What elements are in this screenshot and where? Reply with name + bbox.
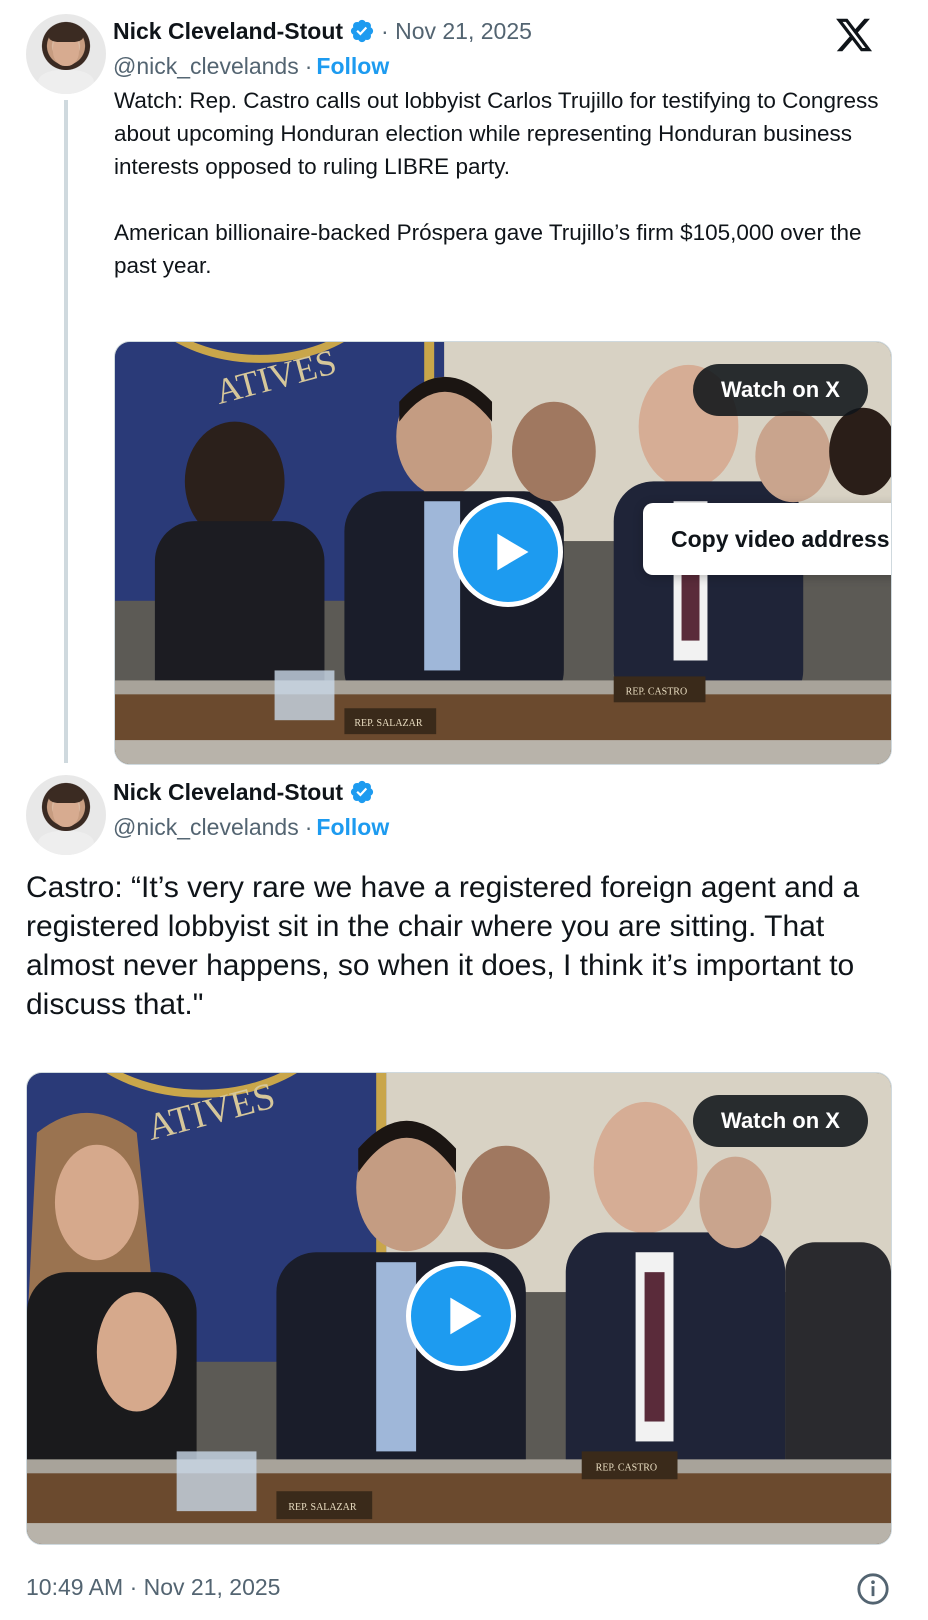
watch-on-x-button[interactable]: Watch on X bbox=[693, 1095, 868, 1147]
watch-on-x-button[interactable]: Watch on X bbox=[693, 364, 868, 416]
author-avatar[interactable] bbox=[26, 775, 106, 855]
follow-button[interactable]: Follow bbox=[316, 814, 389, 841]
tweet1-video[interactable]: ATIVES REP. SALAZAR REP. CASTRO Watch on… bbox=[114, 341, 892, 765]
author-handle[interactable]: @nick_clevelands bbox=[113, 814, 299, 841]
nameplate-castro: REP. CASTRO bbox=[626, 686, 687, 697]
handle-separator: · bbox=[304, 52, 313, 79]
nameplate-salazar: REP. SALAZAR bbox=[354, 718, 422, 729]
verified-badge-icon bbox=[350, 780, 374, 804]
nameplate-salazar: REP. SALAZAR bbox=[288, 1502, 356, 1513]
thread-connector-line bbox=[64, 100, 68, 763]
tweet2-text: Castro: “It’s very rare we have a regist… bbox=[26, 871, 860, 1021]
play-icon bbox=[450, 1297, 482, 1335]
info-icon[interactable] bbox=[856, 1572, 890, 1606]
verified-badge-icon bbox=[350, 19, 374, 43]
handle-separator: · bbox=[304, 813, 313, 840]
play-button[interactable] bbox=[453, 497, 563, 607]
tweet2-handle-row: @nick_clevelands · Follow bbox=[113, 812, 389, 842]
tweet-date[interactable]: · Nov 21, 2025 bbox=[381, 18, 532, 45]
tweet2-video[interactable]: ATIVES REP. SALAZAR REP. CASTRO Watch on… bbox=[26, 1072, 892, 1545]
author-name[interactable]: Nick Cleveland-Stout bbox=[113, 779, 343, 806]
nameplate-castro: REP. CASTRO bbox=[596, 1462, 657, 1473]
copy-video-address-menu-item[interactable]: Copy video address bbox=[643, 503, 891, 575]
tweet1-author-row: Nick Cleveland-Stout · Nov 21, 2025 bbox=[113, 16, 532, 46]
tweet1-handle-row: @nick_clevelands · Follow bbox=[113, 51, 389, 81]
play-icon bbox=[497, 533, 529, 571]
author-name[interactable]: Nick Cleveland-Stout bbox=[113, 18, 343, 45]
tweet1-text: Watch: Rep. Castro calls out lobbyist Ca… bbox=[114, 88, 879, 278]
follow-button[interactable]: Follow bbox=[316, 53, 389, 80]
author-handle[interactable]: @nick_clevelands bbox=[113, 53, 299, 80]
post-timestamp[interactable]: 10:49 AM · Nov 21, 2025 bbox=[26, 1570, 280, 1604]
author-avatar[interactable] bbox=[26, 14, 106, 94]
play-button[interactable] bbox=[406, 1261, 516, 1371]
tweet2-author-row: Nick Cleveland-Stout bbox=[113, 777, 375, 807]
x-logo-icon[interactable] bbox=[834, 15, 874, 55]
